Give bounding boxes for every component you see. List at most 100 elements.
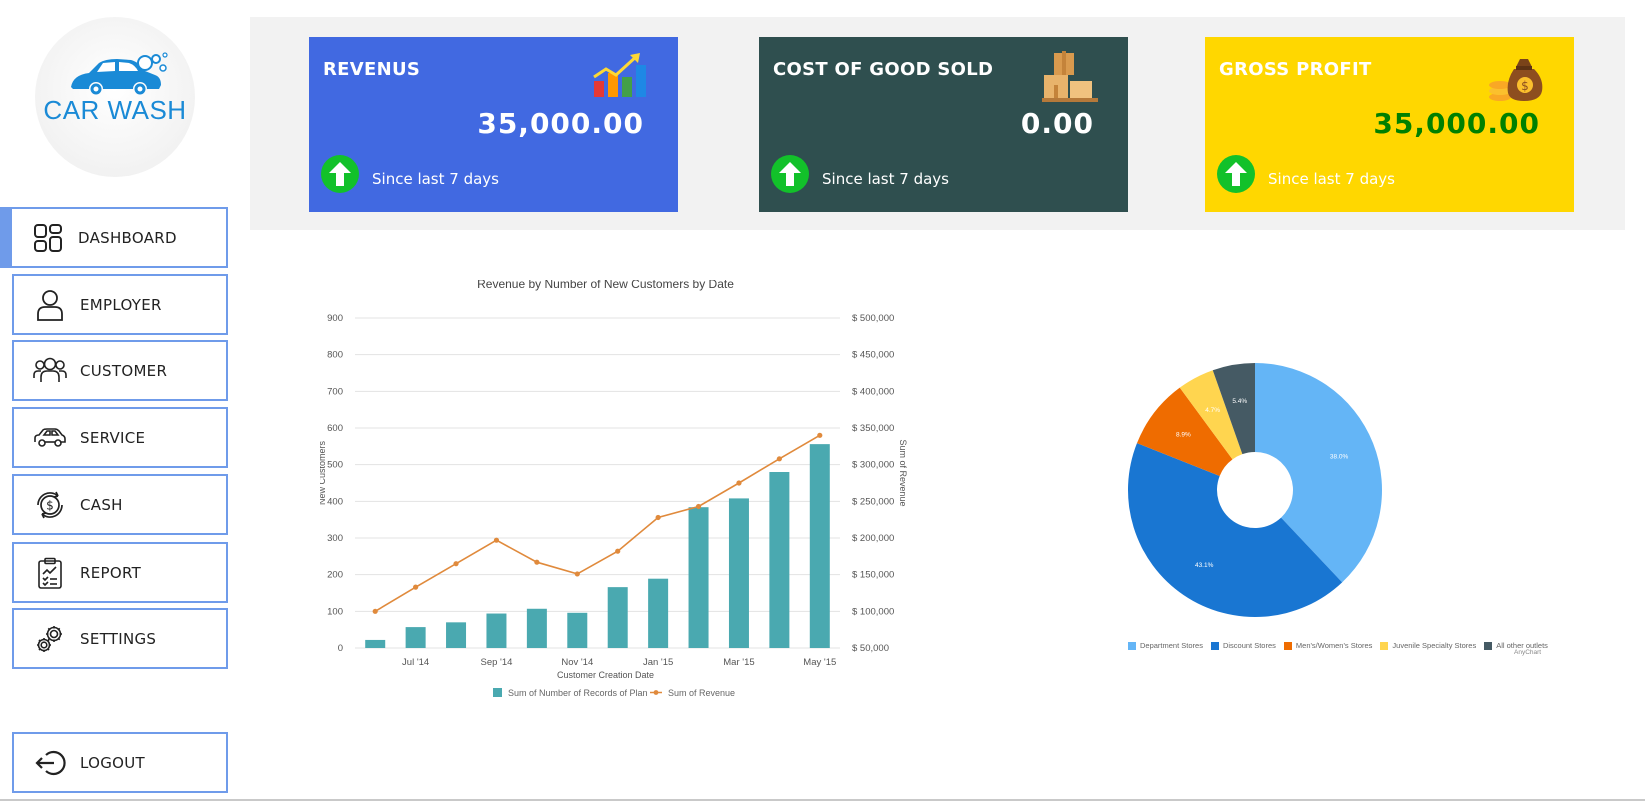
legend-label-line: Sum of Revenue	[668, 688, 735, 698]
revenue-card: REVENUS 35,000.00 Since last 7 days	[309, 37, 678, 212]
up-arrow-icon	[771, 155, 809, 193]
line-point	[372, 608, 378, 614]
pie-slice-label: 43.1%	[1195, 562, 1214, 569]
x-axis-title: Customer Creation Date	[557, 670, 654, 680]
nav-label-report: REPORT	[80, 563, 142, 582]
y-tick-label: 400	[327, 496, 343, 507]
nav-label-customer: CUSTOMER	[80, 361, 168, 380]
y2-tick-label: $ 200,000	[852, 533, 894, 544]
y2-tick-label: $ 500,000	[852, 313, 894, 324]
nav-item-report[interactable]: REPORT	[12, 542, 228, 603]
sales-donut-chart: 38.0% 43.1% 8.9% 4.7% 5.4%	[1128, 363, 1382, 617]
pie-legend-swatch	[1380, 641, 1389, 650]
card-title: GROSS PROFIT	[1219, 59, 1372, 80]
pie-slice-label: 38.0%	[1330, 454, 1349, 461]
nav-label-cash: CASH	[80, 495, 123, 514]
chart-credit: AnyChart	[1514, 649, 1542, 656]
pie-legend: Department Stores Discount Stores Men's/Wo…	[1128, 641, 1556, 650]
pie-legend-item[interactable]: Men's/Women's Stores	[1283, 641, 1373, 650]
pie-legend-item[interactable]: Juvenile Specialty Stores	[1380, 641, 1476, 650]
card-value: 35,000.00	[477, 107, 644, 140]
card-since: Since last 7 days	[372, 170, 499, 188]
card-since: Since last 7 days	[822, 170, 949, 188]
line-point	[736, 480, 742, 486]
logout-button[interactable]: LOGOUT	[12, 732, 228, 793]
pie-legend-swatch	[1283, 641, 1292, 650]
logout-icon	[33, 746, 67, 780]
y-tick-label: 700	[327, 386, 343, 397]
y2-tick-label: $ 400,000	[852, 386, 894, 397]
y-tick-label: 500	[327, 460, 343, 471]
pie-slice-label: 8.9%	[1176, 432, 1191, 439]
card-value: 0.00	[1020, 107, 1094, 140]
nav-label-settings: SETTINGS	[80, 629, 157, 648]
stats-panel: REVENUS 35,000.00 Since last 7 days COST…	[250, 17, 1625, 230]
x-tick-label: Sep '14	[480, 657, 512, 668]
nav-item-dashboard[interactable]: DASHBOARD	[0, 207, 228, 268]
y2-tick-label: $ 300,000	[852, 460, 894, 471]
legend-swatch-line-point	[653, 690, 659, 695]
logo-text: CAR WASH	[43, 95, 187, 125]
pie-slice-label: 5.4%	[1232, 398, 1247, 405]
nav-item-employer[interactable]: EMPLOYER	[12, 274, 228, 335]
y2-tick-label: $ 50,000	[852, 643, 889, 654]
bar	[405, 627, 426, 648]
pie-slice-label: 4.7%	[1205, 407, 1220, 414]
logo[interactable]: CAR WASH	[35, 17, 195, 177]
dashboard-grid-icon	[31, 221, 65, 255]
nav-label-service: SERVICE	[80, 428, 146, 447]
card-title: COST OF GOOD SOLD	[773, 59, 994, 80]
nav-item-customer[interactable]: CUSTOMER	[12, 340, 228, 401]
line-point	[413, 584, 419, 590]
line-point	[817, 432, 823, 438]
nav-label-dashboard: DASHBOARD	[78, 228, 177, 247]
line-point	[776, 456, 782, 462]
x-tick-label: Jan '15	[643, 657, 673, 668]
gears-icon	[33, 622, 67, 656]
y2-tick-label: $ 350,000	[852, 423, 894, 434]
car-icon	[33, 421, 67, 455]
bar	[486, 613, 507, 648]
users-group-icon	[33, 354, 67, 388]
y-tick-label: 200	[327, 570, 343, 581]
line-point	[574, 571, 580, 577]
y-axis-title: New Customers	[320, 440, 327, 505]
legend-label-bars: Sum of Number of Records of Plan	[508, 688, 648, 698]
line-point	[534, 559, 540, 565]
nav-item-cash[interactable]: $ CASH	[12, 474, 228, 535]
y-tick-label: 900	[327, 313, 343, 324]
pie-legend-swatch	[1128, 641, 1136, 650]
card-value: 35,000.00	[1373, 107, 1540, 140]
line-point	[615, 548, 621, 554]
bar	[809, 444, 830, 648]
x-tick-label: May '15	[803, 657, 836, 668]
pie-legend-label: Men's/Women's Stores	[1295, 641, 1373, 650]
bar	[526, 608, 547, 648]
nav-item-service[interactable]: SERVICE	[12, 407, 228, 468]
bar	[769, 472, 790, 648]
growth-chart-icon	[590, 51, 650, 105]
svg-text:$: $	[1521, 79, 1529, 93]
clipboard-report-icon	[33, 556, 67, 590]
pie-legend-item[interactable]: Department Stores	[1128, 641, 1203, 650]
y2-tick-label: $ 100,000	[852, 606, 894, 617]
nav-item-settings[interactable]: SETTINGS	[12, 608, 228, 669]
x-tick-label: Mar '15	[723, 657, 754, 668]
x-tick-label: Jul '14	[402, 657, 429, 668]
gross-profit-card: GROSS PROFIT $ 35,000.00 Since last 7 da…	[1205, 37, 1574, 212]
card-since: Since last 7 days	[1268, 170, 1395, 188]
user-icon	[33, 288, 67, 322]
pie-legend-swatch	[1210, 641, 1219, 650]
revenue-line	[374, 434, 821, 613]
bar	[446, 622, 467, 648]
y2-tick-label: $ 450,000	[852, 350, 894, 361]
chart-title: Revenue by Number of New Customers by Da…	[477, 280, 734, 291]
y-tick-label: 0	[338, 643, 343, 654]
pie-legend-label: Discount Stores	[1222, 641, 1276, 650]
y-tick-label: 100	[327, 606, 343, 617]
cash-coin-icon: $	[33, 488, 67, 522]
pie-legend-item[interactable]: Discount Stores	[1210, 641, 1276, 650]
bar	[365, 639, 386, 648]
up-arrow-icon	[321, 155, 359, 193]
nav-label-employer: EMPLOYER	[80, 295, 162, 314]
